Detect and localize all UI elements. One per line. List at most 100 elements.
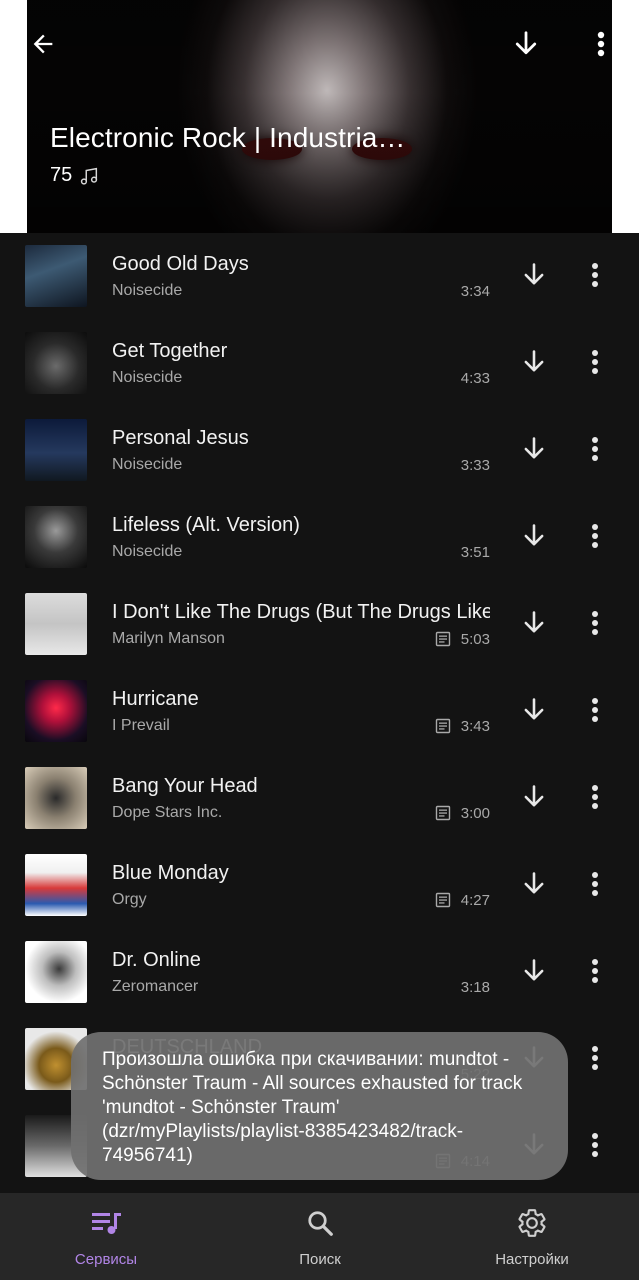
- track-artist: Marilyn Manson: [112, 630, 225, 647]
- download-icon: [515, 31, 537, 55]
- lyrics-icon: [435, 805, 451, 821]
- track-row[interactable]: Good Old Days Noisecide 3:34: [0, 233, 639, 320]
- track-title: Lifeless (Alt. Version): [112, 514, 300, 536]
- track-duration: 3:43: [460, 718, 490, 735]
- track-duration: 3:18: [460, 979, 490, 996]
- nav-label-settings: Настройки: [495, 1251, 569, 1268]
- track-row[interactable]: Dr. Online Zeromancer 3:18: [0, 929, 639, 1016]
- track-artwork: [25, 245, 87, 307]
- track-more-button[interactable]: [580, 778, 610, 816]
- track-duration: 5:03: [460, 631, 490, 648]
- track-more-button[interactable]: [580, 1126, 610, 1164]
- track-download-button[interactable]: [515, 517, 553, 555]
- track-duration: 3:00: [460, 805, 490, 822]
- more-vert-icon: [592, 611, 598, 635]
- track-row[interactable]: Lifeless (Alt. Version) Noisecide 3:51: [0, 494, 639, 581]
- track-download-button[interactable]: [515, 778, 553, 816]
- track-artwork: [25, 593, 87, 655]
- track-more-button[interactable]: [580, 343, 610, 381]
- track-more-button[interactable]: [580, 517, 610, 555]
- music-note-icon: [81, 167, 98, 185]
- download-icon: [524, 959, 544, 981]
- more-vert-icon: [597, 31, 605, 57]
- playlist-more-button[interactable]: [579, 22, 623, 66]
- track-title: Blue Monday: [112, 862, 229, 884]
- track-more-button[interactable]: [580, 691, 610, 729]
- more-vert-icon: [592, 437, 598, 461]
- track-duration: 4:27: [460, 892, 490, 909]
- download-icon: [524, 698, 544, 720]
- track-row[interactable]: Get Together Noisecide 4:33: [0, 320, 639, 407]
- arrow-left-icon: [33, 34, 53, 54]
- track-row[interactable]: Hurricane I Prevail 3:43: [0, 668, 639, 755]
- nav-label-search: Поиск: [299, 1251, 341, 1268]
- track-duration: 3:33: [460, 457, 490, 474]
- track-row[interactable]: I Don't Like The Drugs (But The Drugs Li…: [0, 581, 639, 668]
- track-artwork: [25, 941, 87, 1003]
- track-artwork: [25, 767, 87, 829]
- track-count: 75: [50, 164, 100, 187]
- back-button[interactable]: [21, 22, 65, 66]
- track-more-button[interactable]: [580, 430, 610, 468]
- download-icon: [524, 263, 544, 285]
- track-download-button[interactable]: [515, 256, 553, 294]
- track-artist: Noisecide: [112, 369, 183, 386]
- track-duration: 3:34: [460, 283, 490, 300]
- track-artist: Noisecide: [112, 543, 183, 560]
- lyrics-icon: [435, 631, 451, 647]
- track-artwork: [25, 506, 87, 568]
- more-vert-icon: [592, 1046, 598, 1070]
- toast-message: Произошла ошибка при скачивании: mundtot…: [102, 1049, 523, 1166]
- download-icon: [524, 524, 544, 546]
- track-artwork: [25, 332, 87, 394]
- track-title: Get Together: [112, 340, 228, 362]
- more-vert-icon: [592, 785, 598, 809]
- track-duration: 4:33: [460, 370, 490, 387]
- more-vert-icon: [592, 698, 598, 722]
- track-title: Hurricane: [112, 688, 199, 710]
- lyrics-icon: [435, 892, 451, 908]
- more-vert-icon: [592, 1133, 598, 1157]
- more-vert-icon: [592, 263, 598, 287]
- nav-label-services: Сервисы: [74, 1251, 138, 1268]
- track-more-button[interactable]: [580, 256, 610, 294]
- gear-icon: [518, 1209, 546, 1237]
- track-more-button[interactable]: [580, 865, 610, 903]
- nav-search[interactable]: Поиск: [270, 1193, 370, 1280]
- track-artwork: [25, 419, 87, 481]
- track-download-button[interactable]: [515, 865, 553, 903]
- track-download-button[interactable]: [515, 430, 553, 468]
- search-icon: [308, 1211, 333, 1236]
- track-title: Personal Jesus: [112, 427, 249, 449]
- track-download-button[interactable]: [515, 952, 553, 990]
- download-icon: [524, 611, 544, 633]
- track-download-button[interactable]: [515, 343, 553, 381]
- nav-services[interactable]: Сервисы: [56, 1193, 156, 1280]
- track-artwork: [25, 680, 87, 742]
- track-artwork: [25, 854, 87, 916]
- playlist-header: Electronic Rock | Industria… 75: [0, 0, 639, 233]
- track-download-button[interactable]: [515, 691, 553, 729]
- more-vert-icon: [592, 524, 598, 548]
- track-title: Good Old Days: [112, 253, 249, 275]
- playlist-title: Electronic Rock | Industria…: [50, 122, 406, 153]
- track-row[interactable]: Bang Your Head Dope Stars Inc. 3:00: [0, 755, 639, 842]
- track-title: I Don't Like The Drugs (But The Drugs Li…: [112, 601, 490, 623]
- track-title: Dr. Online: [112, 949, 201, 971]
- track-download-button[interactable]: [515, 604, 553, 642]
- error-toast: Произошла ошибка при скачивании: mundtot…: [71, 1032, 568, 1180]
- more-vert-icon: [592, 350, 598, 374]
- track-artist: Noisecide: [112, 282, 183, 299]
- track-title: Bang Your Head: [112, 775, 258, 797]
- download-icon: [524, 785, 544, 807]
- track-row[interactable]: Personal Jesus Noisecide 3:33: [0, 407, 639, 494]
- download-playlist-button[interactable]: [504, 22, 548, 66]
- nav-settings[interactable]: Настройки: [477, 1193, 587, 1280]
- track-more-button[interactable]: [580, 1039, 610, 1077]
- track-row[interactable]: Blue Monday Orgy 4:27: [0, 842, 639, 929]
- track-more-button[interactable]: [580, 952, 610, 990]
- track-artist: I Prevail: [112, 717, 170, 734]
- download-icon: [524, 872, 544, 894]
- track-artist: Zeromancer: [112, 978, 199, 995]
- track-more-button[interactable]: [580, 604, 610, 642]
